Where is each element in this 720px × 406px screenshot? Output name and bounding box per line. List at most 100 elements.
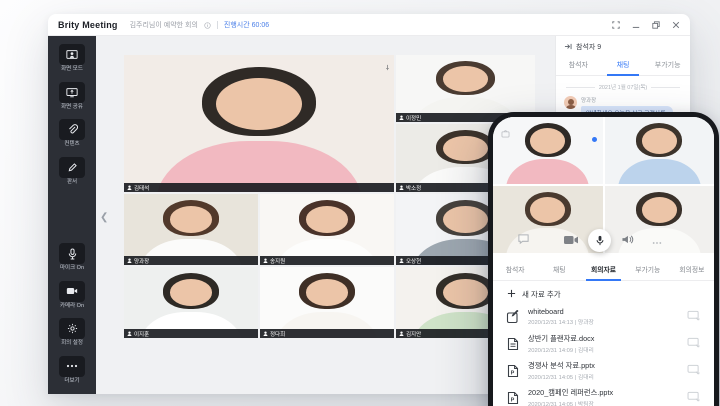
video-tile[interactable] [605,117,715,184]
toolbar-item-settings[interactable]: 회의 설정 [59,318,85,347]
meeting-title: 김주리님이 예약한 회의 [130,20,198,30]
toolbar-item-contents[interactable]: 컨텐츠 [59,119,85,148]
gear-icon [59,318,85,339]
phone-overlay: 참석자 채팅 회의자료 부가기능 회의정보 새 자료 추가 whiteboard… [488,112,719,406]
pin-icon[interactable] [384,58,391,76]
paperclip-icon [59,119,85,140]
file-title: 2020_캠페인 레퍼런스.pptx [528,388,679,398]
whiteboard-icon [506,310,520,324]
share-to-screen-icon[interactable] [687,362,701,380]
participant-name: 이정민 [406,114,421,122]
tab-participants[interactable]: 참석자 [556,56,601,75]
tab-meeting-info[interactable]: 회의정보 [670,257,714,280]
camera-icon[interactable] [564,232,578,250]
participant-avatar [260,194,394,265]
toolbar-item-label: 회의 설정 [61,341,83,347]
close-icon[interactable] [672,21,680,29]
ppt-file-icon: P [506,391,520,405]
collapse-panel-icon[interactable] [564,43,572,52]
phone-tab-bar: 참석자 채팅 회의자료 부가기능 회의정보 [493,257,714,281]
video-tile[interactable]: 송지원 [260,194,394,265]
plus-icon [507,289,516,300]
file-meta: 2020/12/31 14:09 | 김대리 [528,345,679,354]
participant-namebar: 양과장 [124,256,258,265]
file-meta: 2020/12/31 14:05 | 박팀장 [528,399,679,406]
toolbar-item-screen-mode[interactable]: 화면 모드 [59,44,85,73]
video-tile[interactable]: 양과장 [124,194,258,265]
file-row[interactable]: 상반기 플랜자료.docx 2020/12/31 14:09 | 김대리 [493,330,714,357]
panel-tabs: 참석자 채팅 부가기능 [556,56,690,76]
video-tile[interactable] [493,117,603,184]
video-tile[interactable]: 정다희 [260,267,394,338]
participant-avatar [124,194,258,265]
file-title: whiteboard [528,307,679,316]
toolbar-item-camera[interactable]: 카메라 On [59,281,85,310]
panel-header: 참석자 9 [556,36,690,56]
participant-avatar [260,267,394,338]
participant-name: 송지원 [270,257,285,265]
chevron-left-icon[interactable]: ❮ [100,212,108,223]
share-to-screen-icon[interactable] [687,389,701,406]
person-icon [263,331,268,336]
phone-screen: 참석자 채팅 회의자료 부가기능 회의정보 새 자료 추가 whiteboard… [493,117,714,406]
toolbar-item-more[interactable]: 더보기 [59,356,85,385]
participant-namebar: 이지훈 [124,329,258,338]
speaker-icon[interactable] [621,232,634,250]
mic-icon [59,243,85,264]
toolbar-item-mic[interactable]: 마이크 On [59,243,85,272]
toolbar-item-label: 더보기 [64,379,79,385]
person-icon [127,331,132,336]
file-row[interactable]: P 2020_캠페인 레퍼런스.pptx 2020/12/31 14:05 | … [493,384,714,406]
toolbar-item-screen-share[interactable]: 화면 공유 [59,82,85,111]
tab-addons[interactable]: 부가기능 [626,257,670,280]
share-to-screen-icon[interactable] [687,335,701,353]
fullscreen-icon[interactable] [612,21,620,29]
person-icon [263,258,268,263]
toolbar-item-label: 컨텐츠 [64,142,79,148]
tab-participants[interactable]: 참석자 [493,257,537,280]
attendee-count: 참석자 9 [576,42,601,52]
svg-text:P: P [511,370,515,376]
more-icon [59,356,85,377]
desktop-background: Brity Meeting 김주리님이 예약한 회의 진행시간 60:06 [0,0,720,406]
left-toolbar: 화면 모드 화면 공유 컨텐츠 판서 [48,36,96,394]
share-to-screen-icon[interactable] [687,308,701,326]
restore-icon[interactable] [652,21,660,29]
participant-avatar [493,117,603,184]
svg-text:P: P [511,397,515,403]
video-tile[interactable]: 이지훈 [124,267,258,338]
chat-bubble-icon[interactable] [517,232,530,250]
participant-avatar [124,267,258,338]
titlebar: Brity Meeting 김주리님이 예약한 회의 진행시간 60:06 [48,14,690,36]
camera-icon [59,281,85,302]
minimize-icon[interactable] [632,21,640,29]
person-icon [127,258,132,263]
participant-name: 박소정 [406,184,421,192]
file-title: 경쟁사 분석 자료.pptx [528,361,679,371]
tab-meeting-materials[interactable]: 회의자료 [581,257,625,280]
more-icon[interactable] [652,232,662,250]
toolbar-item-annotate[interactable]: 판서 [59,157,85,186]
pen-icon [59,157,85,178]
info-icon[interactable] [204,16,211,34]
participant-name: 김태석 [134,184,149,192]
tab-addons[interactable]: 부가기능 [645,56,690,75]
tab-chat[interactable]: 채팅 [601,56,646,75]
toolbar-item-label: 화면 모드 [61,67,83,73]
phone-controls [493,229,714,252]
video-tile-main[interactable]: 김태석 [124,55,394,192]
file-row[interactable]: whiteboard 2020/12/31 14:13 | 양과장 [493,303,714,330]
mic-icon[interactable] [588,229,611,252]
avatar [564,96,577,109]
meeting-duration: 진행시간 60:06 [224,20,269,30]
app-title: Brity Meeting [58,20,118,30]
add-material-label: 새 자료 추가 [522,289,561,300]
participant-name: 오상현 [406,257,421,265]
toolbar-item-label: 판서 [67,180,77,186]
person-icon [399,258,404,263]
file-row[interactable]: P 경쟁사 분석 자료.pptx 2020/12/31 14:05 | 김대리 [493,357,714,384]
file-title: 상반기 플랜자료.docx [528,334,679,344]
tab-chat[interactable]: 채팅 [537,257,581,280]
participant-namebar: 송지원 [260,256,394,265]
file-meta: 2020/12/31 14:05 | 김대리 [528,372,679,381]
